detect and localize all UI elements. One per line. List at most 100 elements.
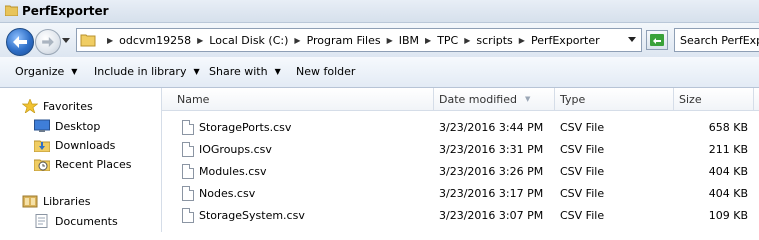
file-row[interactable]: Nodes.csv 3/23/2016 3:17 PM CSV File 404… [162,183,759,205]
nav-item-favorites[interactable]: Favorites [22,97,93,115]
file-name: Nodes.csv [199,187,256,200]
file-size: 658 KB [708,121,748,134]
organize-label: Organize [15,65,65,78]
column-divider[interactable] [554,88,555,110]
file-size: 211 KB [708,143,748,156]
column-divider[interactable] [673,88,674,110]
file-date: 3/23/2016 3:44 PM [439,121,544,134]
navigation-pane: Favorites Desktop Downloads Recent Place… [0,88,162,232]
file-name: IOGroups.csv [199,143,272,156]
search-input[interactable] [675,29,759,51]
chevron-right-icon[interactable]: ▶ [197,36,203,45]
csv-file-icon [182,208,194,223]
window-title: PerfExporter [22,4,109,18]
file-date: 3/23/2016 3:07 PM [439,209,544,222]
breadcrumb-tpc[interactable]: TPC [437,34,458,47]
column-type-label: Type [560,92,586,106]
new-folder-button[interactable]: New folder [296,65,355,78]
nav-label-recent-places: Recent Places [55,157,132,171]
file-size: 404 KB [708,165,748,178]
column-header-row: Name Date modified ▼ Type Size [162,88,759,111]
breadcrumb-local-disk[interactable]: Local Disk (C:) [209,34,288,47]
chevron-down-icon: ▼ [71,67,78,76]
breadcrumb-perfexporter[interactable]: PerfExporter [531,34,600,47]
nav-label-documents: Documents [55,214,118,228]
nav-label-downloads: Downloads [55,138,116,152]
column-header-size[interactable]: Size [679,88,702,110]
folder-icon [80,34,96,47]
file-row[interactable]: Modules.csv 3/23/2016 3:26 PM CSV File 4… [162,161,759,183]
chevron-right-icon[interactable]: ▶ [425,36,431,45]
nav-label-favorites: Favorites [43,99,93,113]
star-icon [22,99,38,113]
libraries-icon [22,195,38,208]
chevron-right-icon[interactable]: ▶ [464,36,470,45]
share-with-button[interactable]: Share with ▼ [209,65,281,78]
new-folder-label: New folder [296,65,356,78]
csv-file-icon [182,164,194,179]
nav-label-desktop: Desktop [55,119,101,133]
include-in-library-button[interactable]: Include in library ▼ [94,65,200,78]
address-bar[interactable]: ▶ odcvm19258 ▶ Local Disk (C:) ▶ Program… [76,28,642,52]
column-header-name[interactable]: Name [177,88,209,110]
file-type: CSV File [560,187,605,200]
column-header-type[interactable]: Type [560,88,585,110]
csv-file-icon [182,120,194,135]
documents-icon [35,214,48,228]
file-row[interactable]: StorageSystem.csv 3/23/2016 3:07 PM CSV … [162,205,759,227]
search-box[interactable] [674,28,759,52]
recent-places-icon [34,159,50,171]
refresh-icon [650,34,664,46]
nav-item-recent-places[interactable]: Recent Places [34,155,132,173]
file-name: Modules.csv [199,165,267,178]
nav-item-downloads[interactable]: Downloads [34,136,115,154]
nav-item-documents[interactable]: Documents [34,212,118,230]
column-date-label: Date modified [439,92,517,106]
breadcrumb-scripts[interactable]: scripts [476,34,512,47]
share-with-label: Share with [209,65,268,78]
desktop-icon [34,119,50,132]
chevron-right-icon[interactable]: ▶ [387,36,393,45]
file-row[interactable]: StoragePorts.csv 3/23/2016 3:44 PM CSV F… [162,117,759,139]
file-date: 3/23/2016 3:17 PM [439,187,544,200]
back-button[interactable] [6,28,34,56]
column-divider[interactable] [753,88,754,110]
csv-file-icon [182,186,194,201]
chevron-down-icon: ▼ [193,67,200,76]
chevron-right-icon[interactable]: ▶ [107,36,113,45]
chevron-right-icon[interactable]: ▶ [519,36,525,45]
breadcrumb-program-files[interactable]: Program Files [307,34,381,47]
file-type: CSV File [560,209,605,222]
column-name-label: Name [177,92,210,106]
breadcrumb-ibm[interactable]: IBM [399,34,419,47]
sort-descending-icon: ▼ [524,95,531,103]
navigation-bar: ▶ odcvm19258 ▶ Local Disk (C:) ▶ Program… [0,23,759,57]
file-type: CSV File [560,143,605,156]
folder-icon [5,5,18,16]
column-size-label: Size [679,92,702,106]
command-bar: Organize ▼ Include in library ▼ Share with… [0,57,759,88]
csv-file-icon [182,142,194,157]
chevron-right-icon[interactable]: ▶ [294,36,300,45]
downloads-folder-icon [34,140,50,152]
file-date: 3/23/2016 3:31 PM [439,143,544,156]
address-dropdown-icon[interactable] [628,37,636,43]
refresh-button[interactable] [646,30,668,50]
organize-button[interactable]: Organize ▼ [15,65,77,78]
breadcrumb-odcvm19258[interactable]: odcvm19258 [119,34,191,47]
breadcrumb: ▶ odcvm19258 ▶ Local Disk (C:) ▶ Program… [101,29,600,51]
nav-label-libraries: Libraries [43,194,91,208]
title-bar: PerfExporter [0,0,759,23]
recent-pages-dropdown-icon[interactable] [62,36,70,44]
nav-item-libraries[interactable]: Libraries [22,192,91,210]
file-name: StoragePorts.csv [199,121,292,134]
include-in-library-label: Include in library [94,65,187,78]
forward-button[interactable] [35,29,61,55]
file-row[interactable]: IOGroups.csv 3/23/2016 3:31 PM CSV File … [162,139,759,161]
file-date: 3/23/2016 3:26 PM [439,165,544,178]
file-type: CSV File [560,121,605,134]
column-divider[interactable] [433,88,434,110]
column-header-date-modified[interactable]: Date modified ▼ [439,88,530,110]
back-arrow-icon [13,36,27,48]
nav-item-desktop[interactable]: Desktop [34,117,100,135]
